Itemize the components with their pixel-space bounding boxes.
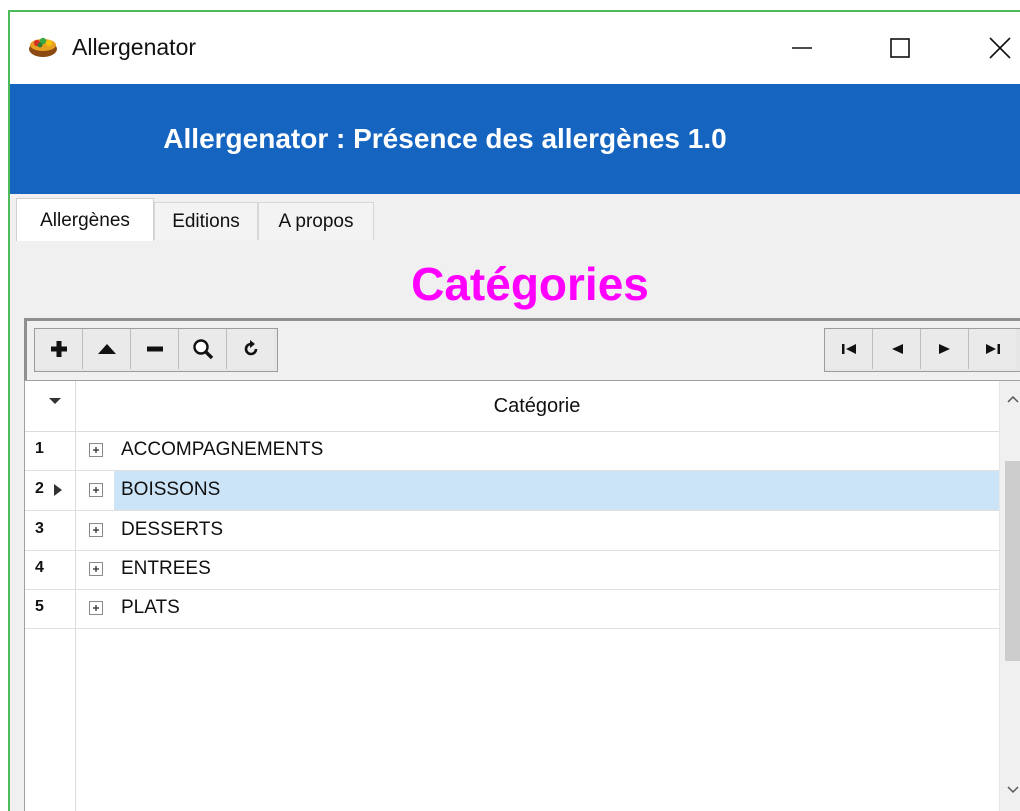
row-cell[interactable]: ACCOMPAGNEMENTS xyxy=(76,431,999,470)
expand-icon[interactable] xyxy=(89,483,103,497)
remove-button[interactable] xyxy=(131,329,179,369)
row-label: DESSERTS xyxy=(121,519,224,540)
table-row[interactable]: 1 ACCOMPAGNEMENTS xyxy=(25,431,999,471)
scroll-up-icon[interactable] xyxy=(1007,395,1019,403)
minimize-icon xyxy=(792,47,812,49)
tab-bar: Allergènes Editions A propos xyxy=(10,194,1020,242)
tab-content: Catégories Catégorie 1 ACCOMPAGNEMENTS 2… xyxy=(10,241,1020,811)
close-button[interactable] xyxy=(978,28,1020,68)
close-icon xyxy=(989,37,1011,59)
refresh-icon xyxy=(244,340,257,356)
add-icon xyxy=(50,341,67,357)
navigation-toolbar xyxy=(24,318,1020,380)
scrollbar-thumb[interactable] xyxy=(1005,461,1020,661)
page-title: Catégories xyxy=(411,258,649,310)
expand-icon[interactable] xyxy=(89,523,103,537)
add-button[interactable] xyxy=(35,329,83,369)
selection-highlight xyxy=(114,471,999,510)
first-record-button[interactable] xyxy=(825,329,873,369)
record-navigation-group xyxy=(824,328,1020,372)
row-number: 4 xyxy=(35,559,44,576)
category-grid: Catégorie 1 ACCOMPAGNEMENTS 2 BOISSONS 3… xyxy=(24,380,1020,811)
next-icon xyxy=(938,344,950,354)
row-label: BOISSONS xyxy=(121,479,221,500)
last-icon xyxy=(985,344,1000,354)
refresh-button[interactable] xyxy=(227,329,274,369)
minimize-button[interactable] xyxy=(780,28,824,68)
expand-icon[interactable] xyxy=(89,443,103,457)
row-number: 1 xyxy=(35,440,44,457)
previous-record-button[interactable] xyxy=(873,329,921,369)
row-label: ENTREES xyxy=(121,558,211,579)
row-cell[interactable]: BOISSONS xyxy=(76,471,999,510)
app-logo-icon xyxy=(29,37,57,57)
app-window: Allergenator Allergenator : Présence des… xyxy=(8,10,1020,811)
move-up-button[interactable] xyxy=(83,329,131,369)
vertical-scrollbar[interactable] xyxy=(999,381,1020,811)
move-up-icon xyxy=(97,344,116,354)
edit-button-group xyxy=(34,328,278,372)
row-cell[interactable]: DESSERTS xyxy=(76,511,999,550)
last-record-button[interactable] xyxy=(969,329,1016,369)
app-banner: Allergenator : Présence des allergènes 1… xyxy=(10,84,1020,194)
expand-icon[interactable] xyxy=(89,562,103,576)
column-header-categorie[interactable]: Catégorie xyxy=(75,381,999,431)
tab-a-propos[interactable]: A propos xyxy=(258,202,374,240)
tab-allergenes[interactable]: Allergènes xyxy=(16,198,154,242)
table-row[interactable]: 4 ENTREES xyxy=(25,550,999,590)
grid-header: Catégorie xyxy=(25,381,999,432)
sort-dropdown-icon xyxy=(49,398,61,404)
expand-icon[interactable] xyxy=(89,601,103,615)
row-label: PLATS xyxy=(121,597,180,618)
row-number: 2 xyxy=(35,480,44,497)
current-row-indicator-icon xyxy=(54,484,62,496)
table-row[interactable]: 5 PLATS xyxy=(25,589,999,629)
row-number: 3 xyxy=(35,520,44,537)
title-bar[interactable]: Allergenator xyxy=(10,12,1020,84)
tab-editions[interactable]: Editions xyxy=(154,202,258,240)
search-button[interactable] xyxy=(179,329,227,369)
maximize-icon xyxy=(890,38,910,58)
row-number: 5 xyxy=(35,598,44,615)
scroll-down-icon[interactable] xyxy=(1007,786,1019,794)
row-label: ACCOMPAGNEMENTS xyxy=(121,439,324,460)
maximize-button[interactable] xyxy=(878,28,922,68)
window-title: Allergenator xyxy=(72,34,197,60)
row-cell[interactable]: PLATS xyxy=(76,589,999,628)
next-record-button[interactable] xyxy=(921,329,969,369)
table-row[interactable]: 3 DESSERTS xyxy=(25,511,999,551)
row-cell[interactable]: ENTREES xyxy=(76,550,999,589)
first-icon xyxy=(841,344,856,354)
prev-icon xyxy=(891,344,903,354)
indicator-column-header[interactable] xyxy=(25,381,76,431)
search-icon xyxy=(192,339,213,360)
table-row[interactable]: 2 BOISSONS xyxy=(25,471,999,511)
remove-icon xyxy=(146,346,163,352)
